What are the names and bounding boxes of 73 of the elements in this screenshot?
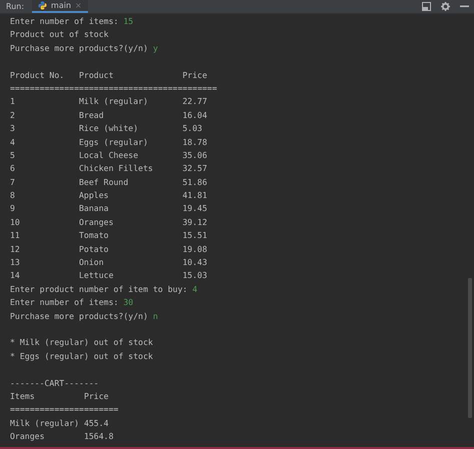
table-cell-text: 11	[10, 229, 21, 242]
table-cell-text: 7	[10, 176, 16, 189]
table-cell-text: Apples	[79, 189, 110, 202]
table-cell-text: 14	[10, 269, 21, 282]
table-cell-text: 19.45	[182, 202, 208, 216]
typed-text: n	[152, 310, 158, 323]
separator-line: ==========================================	[10, 82, 218, 95]
prompt-text: Enter product number of item to buy:	[10, 282, 188, 296]
table-cell-text: Eggs (regular)	[79, 136, 150, 149]
settings-icon[interactable]	[441, 2, 450, 11]
table-cell-text: 4	[10, 136, 16, 149]
prompt-text: Purchase more products?(y/n)	[10, 310, 150, 323]
table-cell: 41.81	[182, 189, 208, 202]
prompt-text: Purchase more products?(y/n)	[10, 42, 150, 55]
table-cell-text: Milk (regular)	[79, 95, 150, 108]
typed-text: 30	[123, 296, 134, 310]
layout-icon[interactable]	[422, 2, 431, 11]
output-text: -------CART-------	[10, 376, 99, 390]
output-text: * Milk (regular) out of stock	[10, 336, 153, 350]
table-cell-text: 9	[10, 202, 16, 216]
table-cell-text: 8	[10, 189, 16, 202]
column-header: Product No.	[10, 68, 66, 82]
table-cell-text: 13	[10, 256, 21, 270]
table-cell-text: 12	[10, 242, 21, 256]
table-cell-text: 5	[10, 148, 16, 162]
table-cell-text: 15.51	[182, 229, 208, 242]
column-header: Price	[84, 390, 109, 403]
table-cell-text: 3	[10, 122, 16, 136]
table-cell-text: 39.12	[182, 216, 208, 229]
table-cell-text: 5.03	[182, 122, 202, 136]
typed-text: y	[152, 42, 158, 55]
table-cell-text: 32.57	[182, 162, 208, 176]
typed-text: 15	[123, 15, 134, 28]
table-cell-text: 22.77	[182, 95, 208, 108]
table-cell: 18.78	[182, 136, 208, 149]
minimize-icon[interactable]	[460, 5, 469, 8]
column-header: Price	[182, 68, 208, 82]
table-cell-text: 35.06	[182, 148, 208, 162]
table-cell-text: Oranges	[79, 216, 115, 229]
column-header: Product	[79, 68, 115, 82]
table-cell: 1564.8	[84, 430, 114, 444]
table-cell-text: Onion	[79, 256, 105, 270]
column-header: Items	[10, 390, 36, 403]
run-label: Run:	[5, 2, 26, 11]
table-cell-text: 16.04	[182, 108, 208, 122]
table-cell-text: Bread	[79, 108, 105, 122]
table-cell-text: Potato	[79, 242, 110, 256]
prompt-text: Enter number of items:	[10, 15, 120, 28]
table-cell-text: Banana	[79, 202, 110, 216]
table-cell-text: 1	[10, 95, 16, 108]
typed-text: 4	[192, 282, 198, 296]
separator-line: ======================	[10, 403, 118, 416]
table-cell-text: Local Cheese	[79, 148, 140, 162]
table-cell-text: 455.4	[84, 416, 109, 430]
table-cell: 10.43	[182, 256, 208, 270]
table-cell-text: 2	[10, 108, 16, 122]
table-cell-text: Rice (white)	[79, 122, 140, 136]
run-tab[interactable]: main ×	[32, 0, 88, 13]
table-cell-text: Tomato	[79, 229, 110, 242]
table-cell-text: Milk (regular)	[10, 416, 80, 430]
output-text: Product out of stock	[10, 28, 109, 42]
table-cell-text: Lettuce	[79, 269, 115, 282]
table-cell-text: 10	[10, 216, 21, 229]
output-text: * Eggs (regular) out of stock	[10, 350, 153, 363]
table-cell-text: Chicken Fillets	[79, 162, 154, 176]
python-icon	[38, 1, 48, 10]
table-cell-text: 6	[10, 162, 16, 176]
table-cell-text: Oranges	[10, 430, 46, 444]
table-cell-text: 15.03	[182, 269, 208, 282]
table-cell-text: 51.86	[182, 176, 208, 189]
prompt-text: Enter number of items:	[10, 296, 120, 310]
table-cell-text: Beef Round	[79, 176, 130, 189]
table-cell-text: 19.08	[182, 242, 208, 256]
